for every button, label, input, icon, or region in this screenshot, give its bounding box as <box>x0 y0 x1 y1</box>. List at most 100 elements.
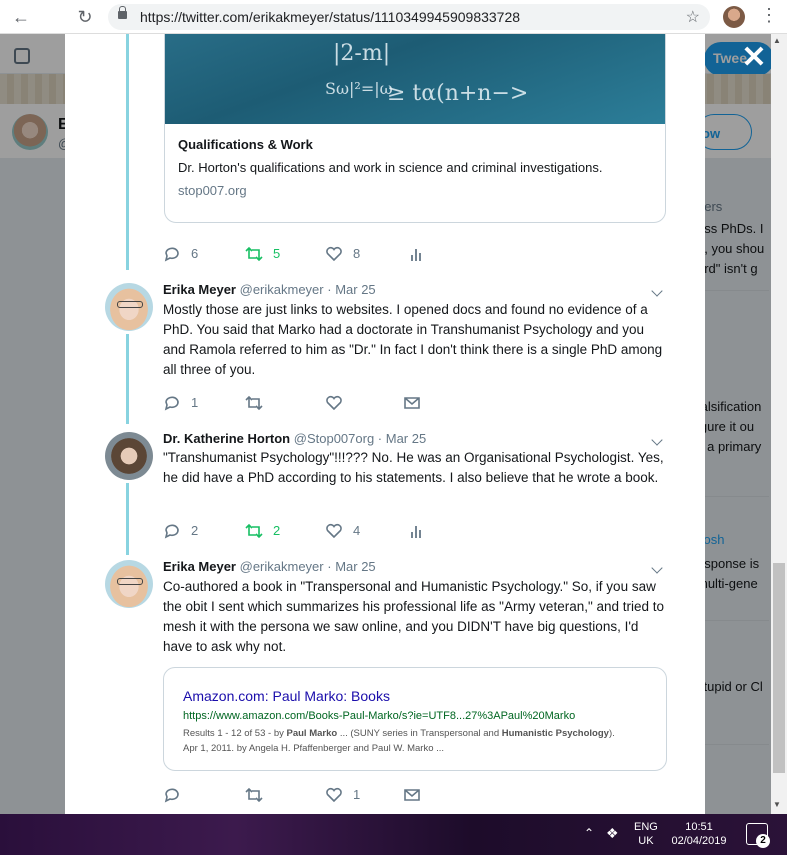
retweet-count: 2 <box>273 523 281 539</box>
tweet-date[interactable]: · Mar 25 <box>327 559 375 574</box>
chevron-down-icon[interactable] <box>651 286 663 298</box>
reply-button[interactable]: 1 <box>163 394 198 412</box>
chalk-equation: |2-m| <box>333 41 391 66</box>
like-count: 1 <box>353 787 361 803</box>
reply-icon <box>164 524 179 539</box>
retweet-count: 5 <box>273 246 281 262</box>
thread-line <box>126 34 129 270</box>
snippet-highlight: Paul Marko <box>286 728 338 739</box>
clock-date: 02/04/2019 <box>671 835 727 847</box>
language-code: ENG <box>634 821 658 833</box>
reply-icon <box>164 788 179 803</box>
tweet-modal: |2-m| ≥ tα(n+n−> Sω|²=|ω Qualifications … <box>65 34 705 814</box>
card-description: Dr. Horton's qualifications and work in … <box>178 160 603 175</box>
author-name[interactable]: Dr. Katherine Horton <box>163 431 290 446</box>
lock-icon <box>118 6 127 19</box>
bookmark-star-icon[interactable]: ☆ <box>686 7 700 27</box>
link-preview-card[interactable]: |2-m| ≥ tα(n+n−> Sω|²=|ω Qualifications … <box>164 34 666 223</box>
link-card-url: https://www.amazon.com/Books-Paul-Marko/… <box>183 710 576 722</box>
snippet-text: ... (SUNY series in Transpersonal and <box>337 728 502 739</box>
tweet-text: Co-authored a book in "Transpersonal and… <box>163 579 665 654</box>
reply-icon <box>164 396 179 411</box>
tweet-text: "Transhumanist Psychology"!!!??? No. He … <box>163 450 664 485</box>
retweet-button[interactable] <box>245 786 263 804</box>
analytics-icon <box>411 525 421 538</box>
like-count: 8 <box>353 246 361 262</box>
tweet-date[interactable]: · Mar 25 <box>327 282 375 297</box>
profile-avatar[interactable] <box>723 6 745 28</box>
retweet-icon <box>245 395 263 410</box>
like-button[interactable]: 4 <box>325 522 360 540</box>
heart-icon <box>326 246 342 261</box>
screen: ← → ↻ https://twitter.com/erikakmeyer/st… <box>0 0 787 855</box>
analytics-button[interactable] <box>407 522 425 540</box>
retweet-button[interactable]: 2 <box>245 522 280 540</box>
address-url[interactable]: https://twitter.com/erikakmeyer/status/1… <box>140 9 520 25</box>
like-button[interactable]: 8 <box>325 245 360 263</box>
link-card-title[interactable]: Amazon.com: Paul Marko: Books <box>183 688 390 704</box>
tweet-text: Mostly those are just links to websites.… <box>163 302 663 377</box>
reply-icon <box>164 247 179 262</box>
envelope-icon <box>404 396 420 409</box>
tweet-date[interactable]: · Mar 25 <box>378 431 426 446</box>
thread-line <box>126 334 129 424</box>
retweet-button[interactable] <box>245 394 263 412</box>
back-arrow-icon[interactable]: ← <box>10 6 32 28</box>
direct-message-button[interactable] <box>403 394 421 412</box>
author-handle[interactable]: @Stop007org <box>294 431 374 446</box>
author-handle[interactable]: @erikakmeyer <box>240 282 324 297</box>
snippet-text: Apr 1, 2011. by Angela H. Pfaffenberger … <box>183 743 445 754</box>
reply-count: 6 <box>191 246 199 262</box>
clock-time: 10:51 <box>685 821 713 833</box>
like-button[interactable] <box>325 394 343 412</box>
author-name[interactable]: Erika Meyer <box>163 282 236 297</box>
analytics-button[interactable] <box>407 245 425 263</box>
scroll-up-arrow-icon[interactable]: ▲ <box>773 36 781 45</box>
retweet-button[interactable]: 5 <box>245 245 280 263</box>
link-preview-card[interactable]: Amazon.com: Paul Marko: Books https://ww… <box>163 667 667 771</box>
snippet-text: ). <box>608 728 615 739</box>
reload-icon[interactable]: ↻ <box>74 6 96 28</box>
system-clock[interactable]: 10:51 02/04/2019 <box>668 820 730 848</box>
retweet-icon <box>245 523 263 538</box>
reply-button[interactable] <box>163 786 181 804</box>
like-count: 4 <box>353 523 361 539</box>
card-domain: stop007.org <box>178 183 247 198</box>
close-icon[interactable]: ✕ <box>738 42 770 74</box>
scroll-down-arrow-icon[interactable]: ▼ <box>773 800 781 809</box>
heart-icon <box>326 523 342 538</box>
direct-message-button[interactable] <box>403 786 421 804</box>
language-region: UK <box>638 835 654 847</box>
reply-button[interactable]: 2 <box>163 522 198 540</box>
avatar[interactable] <box>105 560 153 608</box>
card-image-blackboard: |2-m| ≥ tα(n+n−> Sω|²=|ω <box>165 34 665 124</box>
chalk-equation: ≥ tα(n+n−> <box>387 81 529 106</box>
reply-button[interactable]: 6 <box>163 245 198 263</box>
notification-badge: 2 <box>756 834 770 848</box>
address-bar[interactable]: https://twitter.com/erikakmeyer/status/1… <box>108 4 710 30</box>
avatar[interactable] <box>105 283 153 331</box>
language-indicator[interactable]: ENG UK <box>634 820 658 848</box>
heart-icon <box>326 787 342 802</box>
analytics-icon <box>411 248 421 261</box>
avatar[interactable] <box>105 432 153 480</box>
chevron-down-icon[interactable] <box>651 435 663 447</box>
reply-count: 1 <box>191 395 199 411</box>
thread-line <box>126 483 129 555</box>
tweet-header: Erika Meyer @erikakmeyer · Mar 25 <box>163 559 376 574</box>
scrollbar-thumb[interactable] <box>773 563 785 773</box>
author-handle[interactable]: @erikakmeyer <box>240 559 324 574</box>
chalk-equation: Sω|²=|ω <box>325 79 393 98</box>
browser-toolbar: ← → ↻ https://twitter.com/erikakmeyer/st… <box>0 0 787 814</box>
menu-dots-icon[interactable]: ⋮ <box>760 5 778 26</box>
author-name[interactable]: Erika Meyer <box>163 559 236 574</box>
like-button[interactable]: 1 <box>325 786 360 804</box>
chevron-up-icon[interactable]: ⌃ <box>584 826 594 840</box>
dropbox-icon[interactable]: ❖ <box>606 825 619 842</box>
link-card-snippet: Results 1 - 12 of 53 - by Paul Marko ...… <box>183 726 653 756</box>
snippet-highlight: Humanistic Psychology <box>501 728 609 739</box>
heart-icon <box>326 395 342 410</box>
card-title: Qualifications & Work <box>178 137 313 152</box>
chevron-down-icon[interactable] <box>651 563 663 575</box>
tweet-header: Dr. Katherine Horton @Stop007org · Mar 2… <box>163 431 426 446</box>
